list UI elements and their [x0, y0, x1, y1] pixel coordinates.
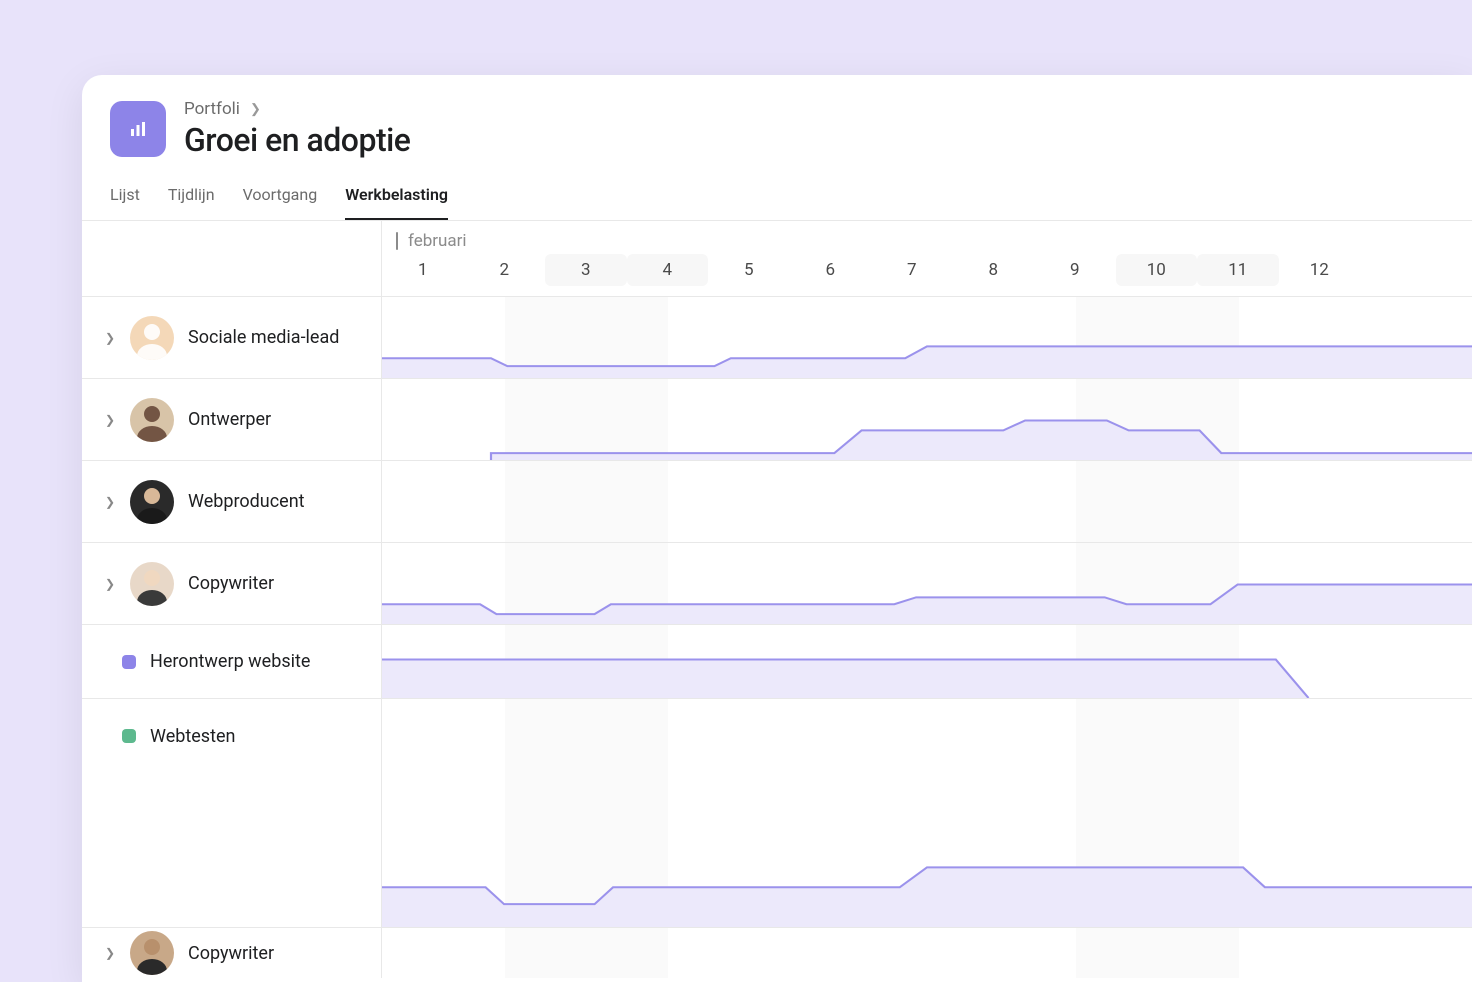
- expanded-chart-right: [382, 773, 1472, 927]
- bar-chart-icon: [128, 119, 148, 139]
- day-cell[interactable]: 4: [627, 254, 709, 286]
- day-cell[interactable]: 8: [953, 254, 1035, 286]
- day-cell[interactable]: 7: [871, 254, 953, 286]
- row-chart: [382, 543, 1472, 624]
- timeline-header-left: [82, 221, 382, 296]
- day-cell[interactable]: 5: [708, 254, 790, 286]
- avatar[interactable]: [130, 480, 174, 524]
- row-left: ❯ Copywriter: [82, 543, 382, 624]
- avatar[interactable]: [130, 562, 174, 606]
- day-cell[interactable]: 2: [464, 254, 546, 286]
- avatar[interactable]: [130, 316, 174, 360]
- month-marker-icon: [396, 232, 398, 250]
- row-left: ❯ Copywriter: [82, 928, 382, 978]
- day-cell[interactable]: 1: [382, 254, 464, 286]
- expand-chevron-icon[interactable]: ❯: [104, 577, 116, 591]
- role-name: Copywriter: [188, 943, 274, 964]
- row-chart: [382, 699, 1472, 773]
- row-left: Webtesten: [82, 699, 382, 773]
- expanded-chart: [82, 773, 1472, 928]
- tab-workload[interactable]: Werkbelasting: [345, 175, 448, 220]
- workload-chart: [382, 297, 1472, 378]
- row-chart: [382, 379, 1472, 460]
- day-cell[interactable]: 12: [1279, 254, 1361, 286]
- month-name: februari: [408, 231, 467, 251]
- tab-list[interactable]: Lijst: [110, 175, 140, 220]
- tab-progress[interactable]: Voortgang: [243, 175, 318, 220]
- avatar[interactable]: [130, 398, 174, 442]
- timeline-header: februari 123456789101112: [82, 221, 1472, 297]
- day-cell[interactable]: 6: [790, 254, 872, 286]
- month-label: februari: [396, 231, 467, 251]
- chevron-right-icon: ❯: [250, 102, 261, 117]
- header: Portfoli ❯ Groei en adoptie Lijst Tijdli…: [82, 75, 1472, 221]
- workload-row[interactable]: ❯ Copywriter: [82, 928, 1472, 978]
- header-text: Portfoli ❯ Groei en adoptie: [184, 99, 410, 159]
- row-chart: [382, 625, 1472, 698]
- page-title: Groei en adoptie: [184, 121, 410, 159]
- day-cell[interactable]: 3: [545, 254, 627, 286]
- workload-chart: [382, 379, 1472, 460]
- workload-chart: [382, 543, 1472, 624]
- row-left: ❯ Ontwerper: [82, 379, 382, 460]
- project-color-dot: [122, 729, 136, 743]
- row-left: ❯ Sociale media-lead: [82, 297, 382, 378]
- role-name: Sociale media-lead: [188, 327, 339, 348]
- role-name: Ontwerper: [188, 409, 271, 430]
- row-left: Herontwerp website: [82, 625, 382, 698]
- tabs: Lijst Tijdlijn Voortgang Werkbelasting: [110, 175, 1444, 220]
- role-name: Webproducent: [188, 491, 305, 512]
- portfolio-folder-icon[interactable]: [110, 101, 166, 157]
- breadcrumb-parent[interactable]: Portfoli: [184, 99, 240, 119]
- avatar[interactable]: [130, 931, 174, 975]
- workload-chart: [382, 625, 1472, 698]
- role-name: Copywriter: [188, 573, 274, 594]
- project-name: Webtesten: [150, 726, 235, 747]
- workload-row[interactable]: ❯ Sociale media-lead: [82, 297, 1472, 379]
- expand-chevron-icon[interactable]: ❯: [104, 331, 116, 345]
- expand-chevron-icon[interactable]: ❯: [104, 413, 116, 427]
- project-name: Herontwerp website: [150, 651, 310, 672]
- day-cell[interactable]: 9: [1034, 254, 1116, 286]
- row-left: ❯ Webproducent: [82, 461, 382, 542]
- row-chart: [382, 461, 1472, 542]
- days-row: 123456789101112: [382, 254, 1472, 286]
- row-chart: [382, 928, 1472, 978]
- timeline-header-right: februari 123456789101112: [382, 221, 1472, 296]
- workload-chart-expanded: [382, 773, 1472, 927]
- expand-chevron-icon[interactable]: ❯: [104, 495, 116, 509]
- day-cell[interactable]: 11: [1197, 254, 1279, 286]
- rows-container: ❯ Sociale media-lead ❯: [82, 297, 1472, 978]
- workload-row[interactable]: ❯ Copywriter: [82, 543, 1472, 625]
- workload-row[interactable]: ❯ Ontwerper: [82, 379, 1472, 461]
- app-window: Portfoli ❯ Groei en adoptie Lijst Tijdli…: [82, 75, 1472, 982]
- expanded-chart-left: [82, 773, 382, 927]
- row-chart: [382, 297, 1472, 378]
- day-cell[interactable]: 10: [1116, 254, 1198, 286]
- breadcrumb[interactable]: Portfoli ❯: [184, 99, 410, 119]
- tab-timeline[interactable]: Tijdlijn: [168, 175, 215, 220]
- expand-chevron-icon[interactable]: ❯: [104, 946, 116, 960]
- workload-subrow[interactable]: Herontwerp website: [82, 625, 1472, 699]
- workload-row[interactable]: ❯ Webproducent: [82, 461, 1472, 543]
- header-top: Portfoli ❯ Groei en adoptie: [110, 99, 1444, 159]
- project-color-dot: [122, 655, 136, 669]
- workload-subrow[interactable]: Webtesten: [82, 699, 1472, 773]
